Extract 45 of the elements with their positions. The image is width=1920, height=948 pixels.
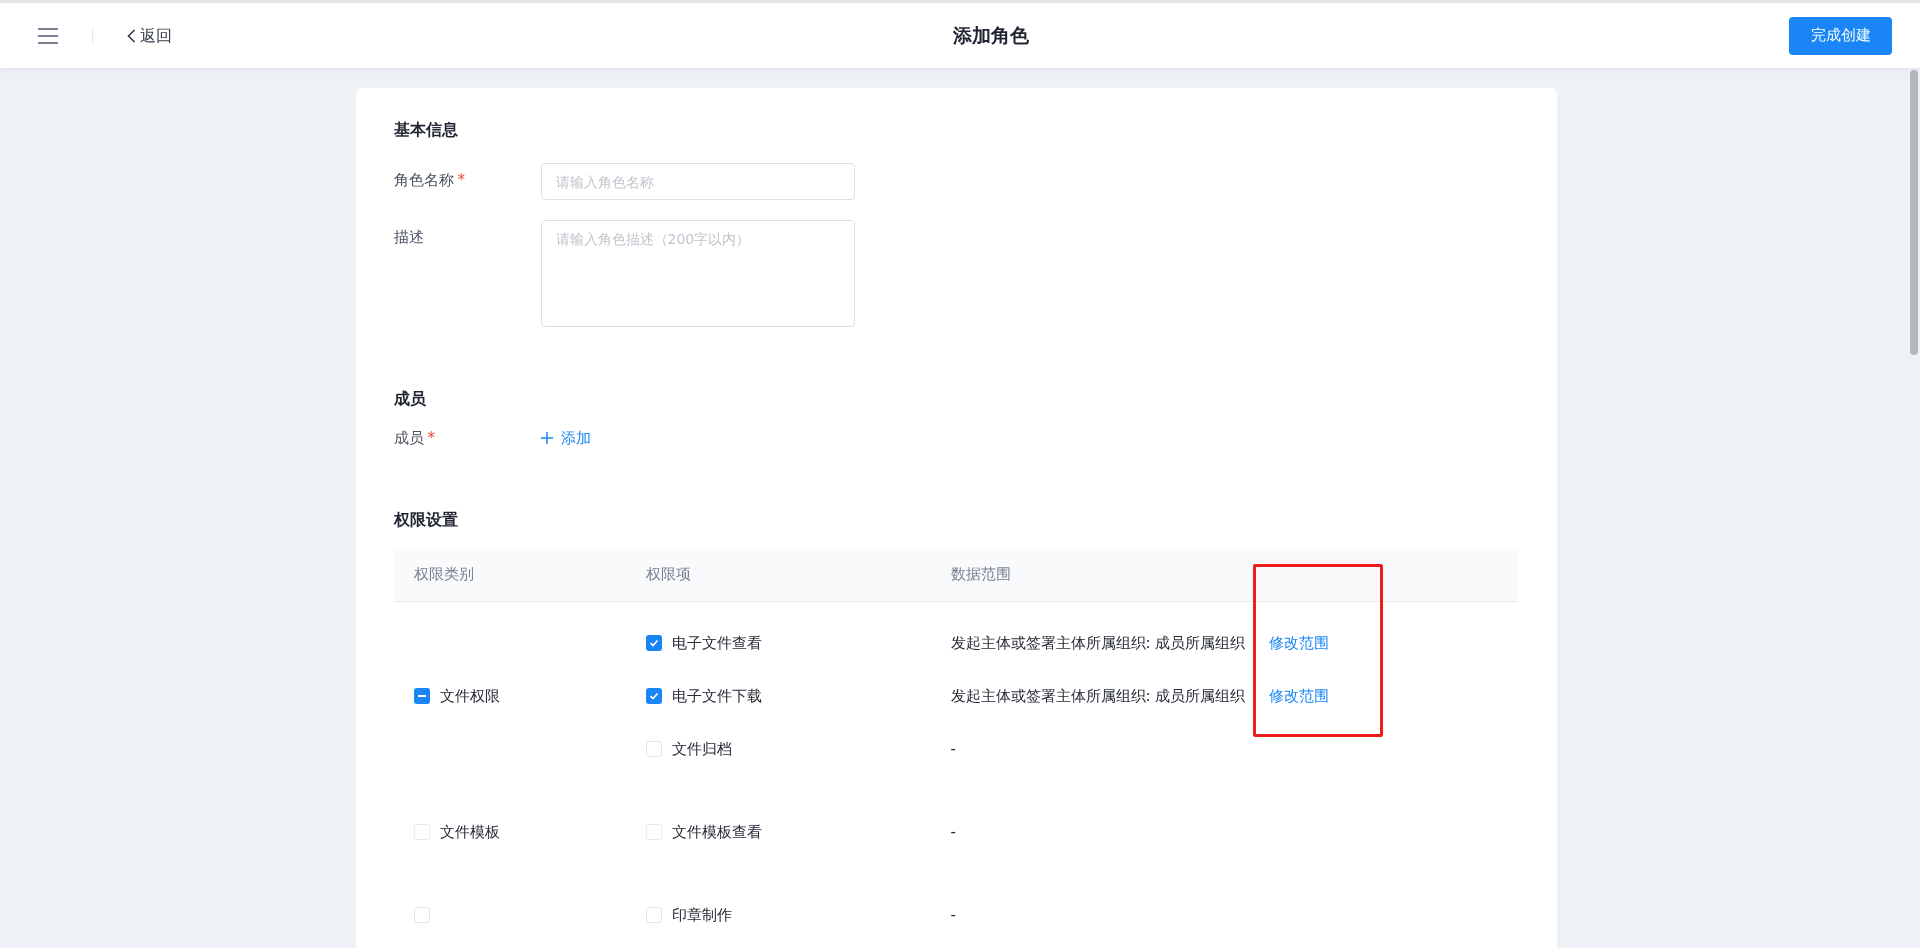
checkbox[interactable] (413, 907, 430, 923)
checkbox-checked[interactable] (645, 635, 662, 651)
permission-label: 电子文件查看 (671, 632, 762, 654)
column-header: 权限项 (645, 563, 692, 585)
scope-text: 发起主体或签署主体所属组织: 成员所属组织 (950, 685, 1246, 707)
edit-scope-link[interactable]: 修改范围 (1269, 684, 1330, 708)
name-field[interactable]: 请输入角色名称 (540, 163, 855, 200)
checkbox[interactable] (645, 741, 662, 757)
back-button[interactable]: 返回 (127, 23, 172, 48)
add-member-link[interactable]: 添加 (540, 427, 591, 450)
menu-icon[interactable] (38, 27, 58, 44)
required-mark: * (427, 428, 435, 449)
section-title: 权限设置 (393, 508, 459, 531)
column-header: 权限类别 (412, 563, 475, 585)
checkbox-checked[interactable] (645, 688, 662, 704)
section-title: 成员 (393, 388, 427, 410)
field-label: 角色名称 (393, 170, 454, 191)
column-header: 数据范围 (950, 563, 1011, 585)
field-label: 描述 (393, 227, 424, 248)
checkbox[interactable] (645, 907, 662, 923)
checkbox[interactable] (645, 824, 662, 840)
description-field[interactable]: 请输入角色描述（200字以内） (540, 220, 855, 327)
scope-text: - (950, 904, 956, 926)
plus-icon (540, 432, 553, 445)
permission-label: 文件归档 (671, 738, 732, 760)
field-label: 成员 (393, 428, 424, 449)
permission-label: 文件模板查看 (671, 821, 762, 843)
section-title: 基本信息 (393, 119, 459, 141)
category-label: 文件模板 (439, 821, 500, 843)
required-mark: * (457, 170, 465, 191)
permission-label: 电子文件下载 (671, 685, 762, 707)
scrollbar-thumb[interactable] (1910, 70, 1918, 355)
permission-label: 印章制作 (671, 904, 732, 926)
check-icon (648, 638, 659, 648)
check-icon (648, 691, 659, 701)
edit-scope-link[interactable]: 修改范围 (1269, 631, 1330, 655)
scope-text: - (950, 821, 956, 843)
scope-text: - (950, 738, 956, 760)
page-title: 添加角色 (952, 23, 1029, 49)
chevron-left-icon (127, 28, 136, 43)
submit-button[interactable]: 完成创建 (1789, 16, 1892, 55)
checkbox[interactable] (413, 824, 430, 840)
checkbox-indeterminate[interactable] (413, 688, 430, 704)
scope-text: 发起主体或签署主体所属组织: 成员所属组织 (950, 632, 1246, 654)
category-label: 文件权限 (439, 685, 500, 707)
